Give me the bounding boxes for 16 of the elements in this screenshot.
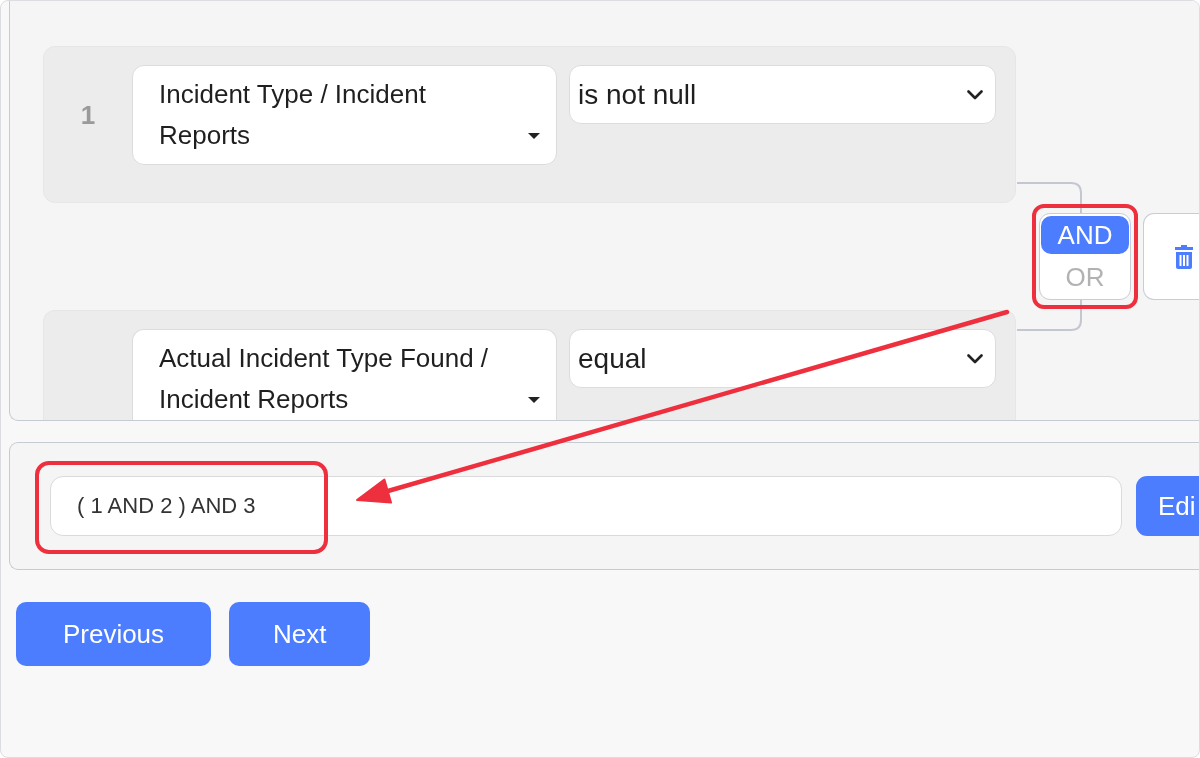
field-select[interactable]: Incident Type / Incident Reports	[132, 65, 557, 165]
chevron-down-icon	[967, 353, 983, 364]
previous-button[interactable]: Previous	[16, 602, 211, 666]
field-select[interactable]: Actual Incident Type Found / Incident Reports	[132, 329, 557, 420]
delete-button[interactable]	[1143, 213, 1199, 300]
operator-select[interactable]: equal	[569, 329, 996, 388]
expression-field[interactable]: ( 1 AND 2 ) AND 3	[50, 476, 1122, 536]
operator-select[interactable]: is not null	[569, 65, 996, 124]
next-button[interactable]: Next	[229, 602, 371, 666]
toggle-option[interactable]: AND	[1041, 216, 1129, 254]
caret-icon	[528, 397, 540, 403]
edit-button[interactable]: Edi	[1136, 476, 1199, 536]
caret-icon	[528, 133, 540, 139]
trash-icon	[1174, 243, 1194, 270]
chevron-down-icon	[967, 89, 983, 100]
condition-number: 1	[80, 99, 96, 131]
